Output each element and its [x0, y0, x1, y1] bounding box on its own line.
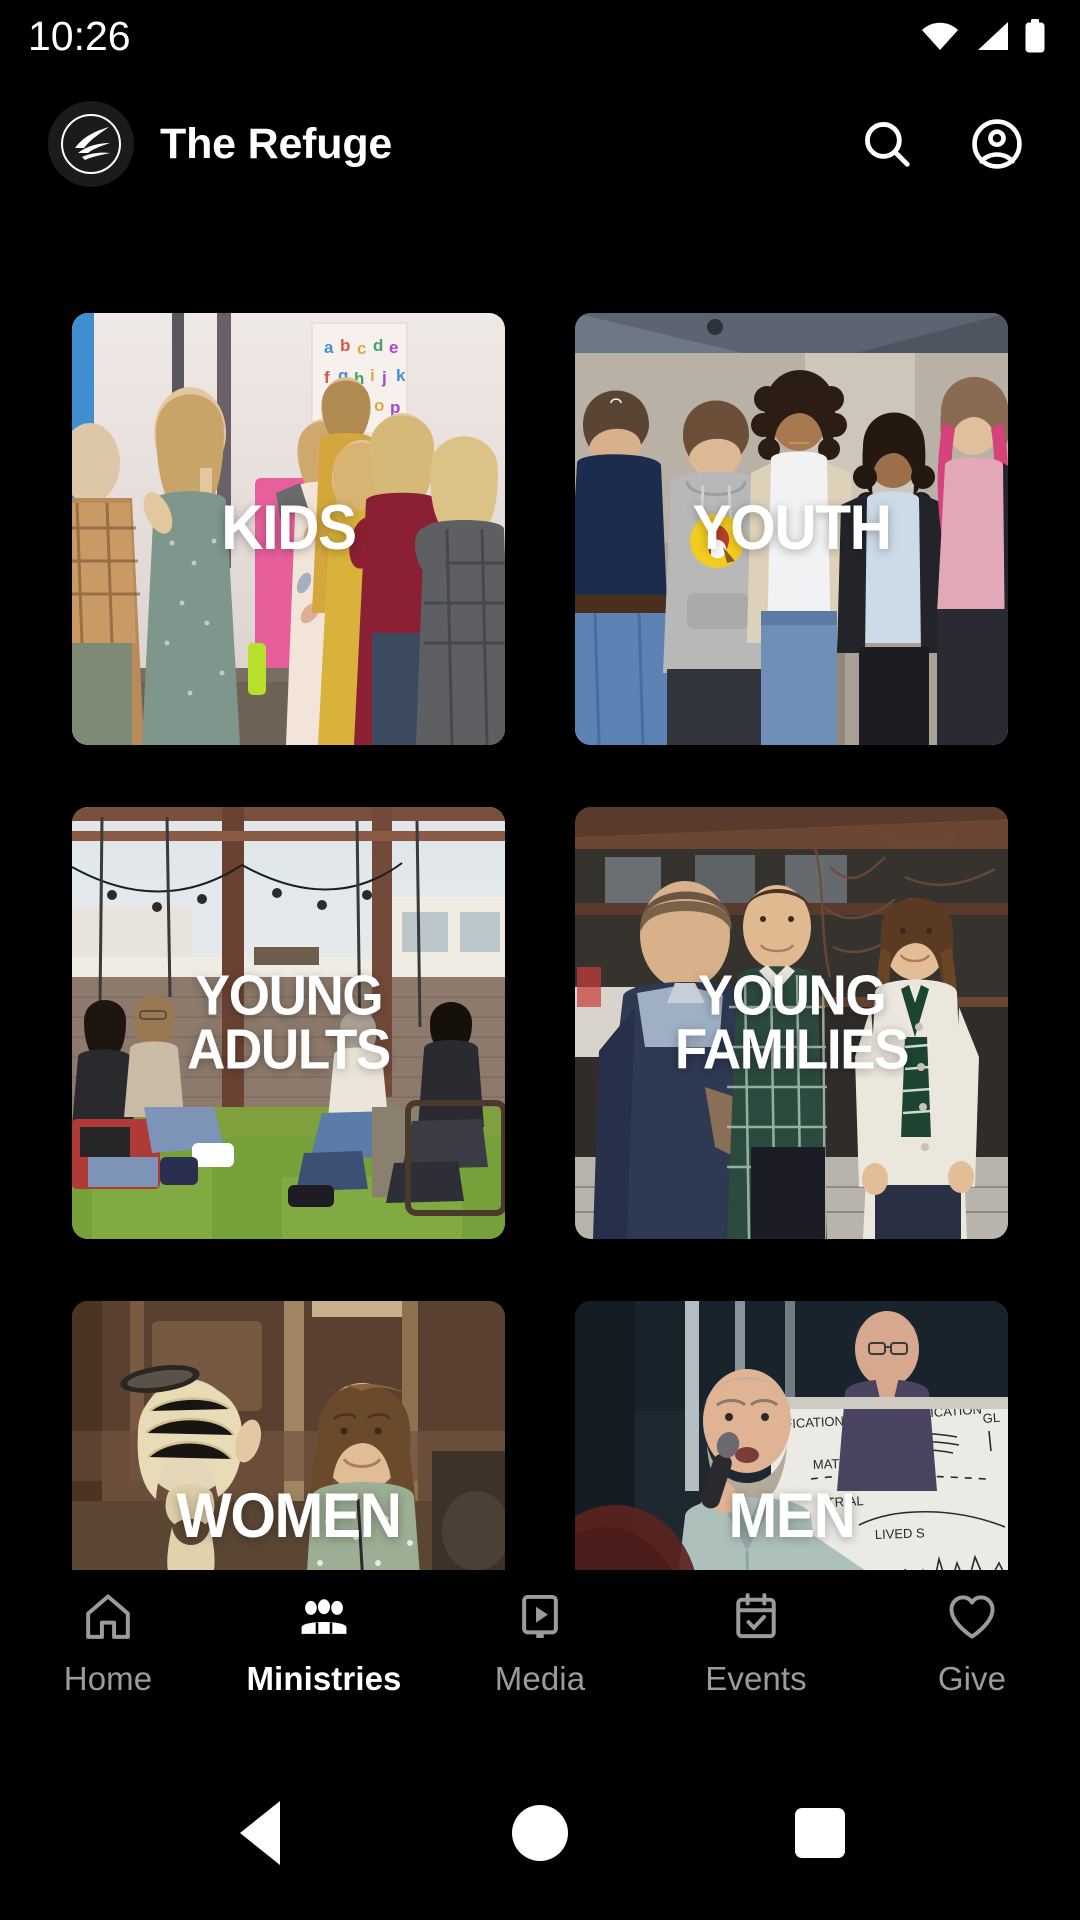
search-icon[interactable]	[856, 113, 918, 175]
ministry-tile-label: YOUNG ADULTS	[187, 963, 391, 1081]
home-icon	[80, 1588, 136, 1646]
svg-text:c: c	[357, 339, 366, 358]
android-back-button[interactable]	[200, 1773, 320, 1893]
ministry-tile-label: WOMEN	[176, 1481, 401, 1552]
men-photo: TIFICATION SANCTIFICATION GL MATURITY TR…	[575, 1301, 1008, 1605]
app-header: The Refuge	[0, 88, 1080, 200]
calendar-check-icon	[728, 1588, 784, 1646]
svg-text:o: o	[374, 396, 384, 415]
account-circle-icon[interactable]	[966, 113, 1028, 175]
nav-label-events: Events	[705, 1660, 807, 1697]
ministry-tile-label: YOUNG FAMILIES	[674, 963, 910, 1081]
brand-block[interactable]: The Refuge	[48, 101, 856, 187]
nav-item-events[interactable]: Events	[648, 1588, 864, 1698]
circle-home-icon	[512, 1804, 568, 1861]
ministry-tile-men[interactable]: TIFICATION SANCTIFICATION GL MATURITY TR…	[575, 1301, 1008, 1605]
heart-icon	[944, 1588, 1000, 1646]
nav-item-ministries[interactable]: Ministries	[216, 1588, 432, 1698]
android-home-button[interactable]	[480, 1773, 600, 1893]
nav-item-give[interactable]: Give	[864, 1588, 1080, 1698]
nav-item-media[interactable]: Media	[432, 1588, 648, 1698]
svg-text:a: a	[324, 338, 334, 357]
women-photo	[72, 1301, 505, 1605]
people-group-icon	[296, 1588, 352, 1646]
nav-label-ministries: Ministries	[246, 1660, 402, 1697]
bottom-navigation: Home Ministries Media Events Give	[0, 1570, 1080, 1745]
svg-text:f: f	[324, 368, 330, 387]
ministry-tile-label: MEN	[728, 1481, 855, 1552]
svg-text:GL: GL	[982, 1410, 1000, 1426]
square-recents-icon	[795, 1807, 845, 1858]
ministry-tile-youth[interactable]: YOUTH	[575, 313, 1008, 745]
nav-item-home[interactable]: Home	[0, 1588, 216, 1698]
app-title: The Refuge	[160, 119, 393, 168]
nav-label-give: Give	[937, 1660, 1007, 1697]
android-system-nav	[0, 1745, 1080, 1920]
app-screen: 10:26 The Refuge a b c d e f g h i j k o…	[0, 0, 1080, 1920]
svg-text:e: e	[389, 338, 398, 357]
status-time: 10:26	[28, 12, 131, 59]
svg-text:b: b	[340, 336, 350, 355]
media-play-icon	[512, 1588, 568, 1646]
the-refuge-logo-icon	[48, 101, 134, 187]
svg-text:i: i	[370, 366, 375, 385]
svg-text:k: k	[396, 366, 406, 385]
nav-label-media: Media	[494, 1660, 586, 1697]
status-icons	[920, 19, 1046, 53]
ministry-tile-women[interactable]: WOMEN	[72, 1301, 505, 1605]
svg-text:j: j	[381, 368, 387, 387]
ministry-tile-label: YOUTH	[692, 493, 891, 564]
nav-label-home: Home	[63, 1660, 153, 1697]
app-header-actions	[856, 113, 1050, 175]
battery-full-icon	[1025, 19, 1045, 53]
triangle-back-icon	[240, 1800, 280, 1865]
status-bar: 10:26	[0, 0, 1080, 72]
ministry-tile-kids[interactable]: ab cd e fg hi jk lm no p	[72, 313, 505, 745]
android-recents-button[interactable]	[760, 1773, 880, 1893]
ministry-tile-young-adults[interactable]: YOUNG ADULTS	[72, 807, 505, 1239]
ministry-tile-label: KIDS	[221, 493, 357, 564]
cellular-signal-icon	[978, 22, 1008, 50]
svg-text:d: d	[373, 336, 383, 355]
ministry-tile-young-families[interactable]: YOUNG FAMILIES	[575, 807, 1008, 1239]
ministries-grid: ab cd e fg hi jk lm no p	[0, 313, 1080, 1605]
wifi-icon	[922, 22, 958, 50]
